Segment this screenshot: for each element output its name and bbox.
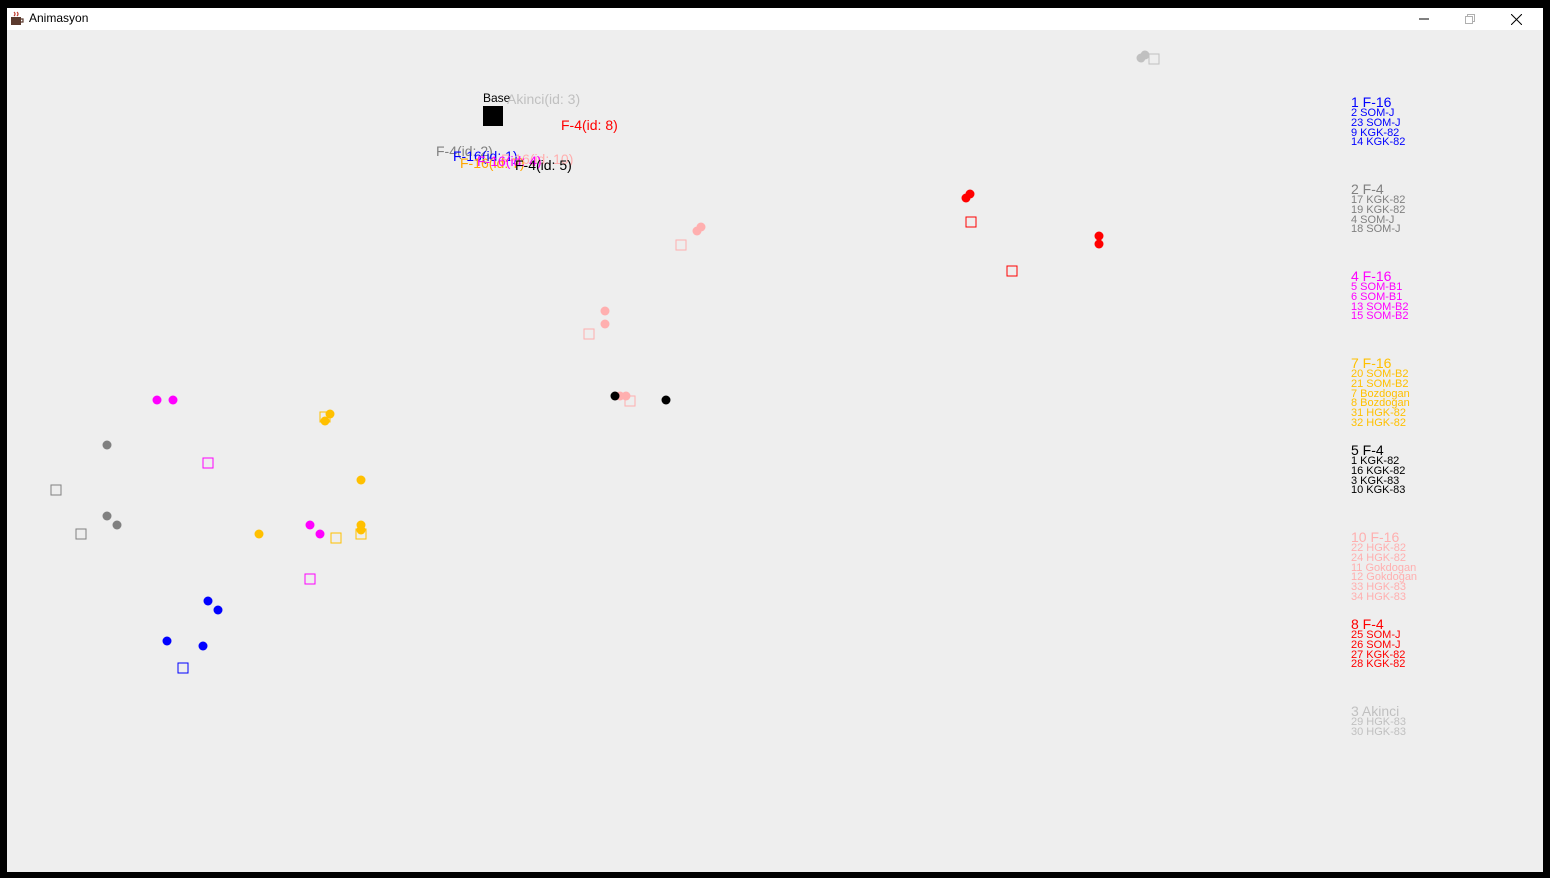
legend-member: 14 KGK-82 — [1351, 136, 1406, 149]
legend-group-7: 7 F-16 20 SOM-B2 21 SOM-B2 7 Bozdogan 8 … — [1351, 356, 1410, 429]
unit-dot — [305, 520, 315, 530]
unit-dot — [162, 636, 172, 646]
legend-member: 15 SOM-B2 — [1351, 310, 1409, 323]
unit-dot — [203, 596, 213, 606]
unit-dot — [1094, 239, 1104, 249]
target-square — [50, 484, 62, 496]
legend-group-4: 4 F-16 5 SOM-B1 6 SOM-B1 13 SOM-B2 15 SO… — [1351, 269, 1409, 323]
minimize-button[interactable] — [1401, 8, 1447, 30]
unit-dot — [1140, 50, 1150, 60]
legend-member: 34 HGK-83 — [1351, 590, 1407, 603]
minimize-icon — [1419, 18, 1429, 20]
unit-dot — [610, 391, 620, 401]
unit-dot — [600, 306, 610, 316]
unit-dot — [356, 475, 366, 485]
target-square — [304, 573, 316, 585]
unit-dot — [152, 395, 162, 405]
aircraft-label: Akinci(id: 3) — [507, 91, 580, 107]
legend-group-2: 2 F-4 17 KGK-82 19 KGK-82 4 SOM-J 18 SOM… — [1351, 182, 1405, 236]
legend-member: 10 KGK-83 — [1351, 484, 1406, 497]
unit-dot — [102, 440, 112, 450]
unit-dot — [315, 529, 325, 539]
legend-group-8: 8 F-4 25 SOM-J 26 SOM-J 27 KGK-82 28 KGK… — [1351, 617, 1406, 671]
unit-dot — [600, 319, 610, 329]
unit-dot — [661, 395, 671, 405]
unit-dot — [1094, 231, 1104, 241]
unit-dot — [112, 520, 122, 530]
target-square — [177, 662, 189, 674]
target-square — [675, 239, 687, 251]
legend-group-10: 10 F-16 22 HGK-82 24 HGK-82 11 Gokdogan … — [1351, 530, 1417, 603]
title-bar[interactable]: Animasyon — [7, 8, 1543, 30]
aircraft-label: F-4(id: 5) — [515, 157, 572, 173]
maximize-button[interactable] — [1447, 8, 1493, 30]
unit-dot — [198, 641, 208, 651]
unit-dot — [356, 525, 366, 535]
close-button[interactable] — [1493, 8, 1539, 30]
unit-dot — [696, 222, 706, 232]
legend-member: 18 SOM-J — [1351, 223, 1401, 236]
target-square — [75, 528, 87, 540]
target-square — [330, 532, 342, 544]
target-square — [583, 328, 595, 340]
target-square — [965, 216, 977, 228]
unit-dot — [168, 395, 178, 405]
unit-dot — [320, 416, 330, 426]
app-window: Animasyon Base Akinci(id: 3) F-4(id: 8) … — [7, 8, 1543, 872]
base-marker — [483, 106, 503, 126]
legend-group-5: 5 F-4 1 KGK-82 16 KGK-82 3 KGK-83 10 KGK… — [1351, 443, 1406, 497]
map-layer: Base Akinci(id: 3) F-4(id: 8) F-4(id: 2)… — [50, 50, 1160, 674]
legend-group-1: 1 F-16 2 SOM-J 23 SOM-J 9 KGK-82 14 KGK-… — [1351, 95, 1406, 149]
close-icon — [1510, 13, 1522, 25]
unit-dot — [254, 529, 264, 539]
window-title: Animasyon — [29, 11, 89, 25]
unit-dot — [965, 189, 975, 199]
units-layer — [50, 50, 1160, 674]
unit-dot — [213, 605, 223, 615]
legend-member: 32 HGK-82 — [1351, 416, 1407, 429]
animation-canvas: Base Akinci(id: 3) F-4(id: 8) F-4(id: 2)… — [7, 30, 1543, 872]
java-cup-icon — [11, 11, 24, 25]
restore-icon — [1465, 14, 1475, 24]
legend-member: 30 HGK-83 — [1351, 725, 1407, 738]
target-square — [1006, 265, 1018, 277]
aircraft-label: F-4(id: 8) — [561, 117, 618, 133]
target-square — [1148, 53, 1160, 65]
legend-member: 28 KGK-82 — [1351, 658, 1406, 671]
target-square — [202, 457, 214, 469]
unit-dot — [102, 511, 112, 521]
legend-group-3: 3 Akinci 29 HGK-83 30 HGK-83 — [1351, 704, 1407, 738]
